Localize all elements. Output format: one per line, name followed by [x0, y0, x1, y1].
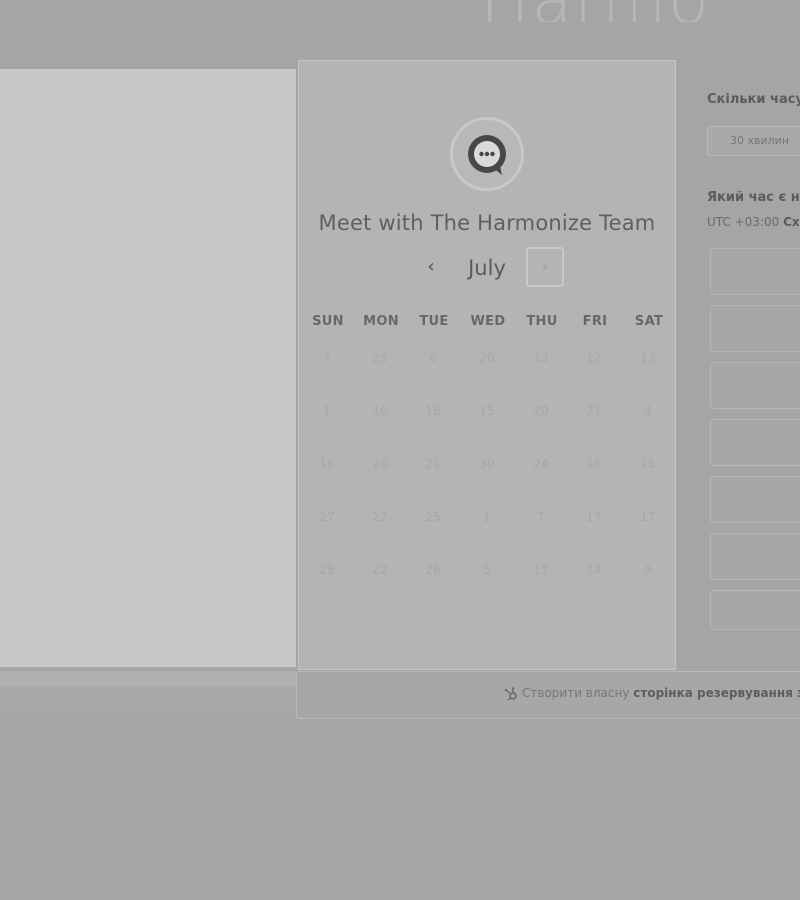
- logo-mark-icon: [375, 0, 465, 2]
- day-cell: 16: [319, 457, 335, 471]
- next-month-button[interactable]: ›: [526, 247, 564, 287]
- footer-text-bold: сторінка резервування зу: [633, 686, 800, 700]
- logo-text: Harmo: [480, 0, 711, 22]
- previous-month-button[interactable]: ‹: [413, 247, 449, 287]
- day-cell: 12: [586, 351, 602, 365]
- day-cell: 20: [533, 404, 549, 418]
- weekday-wed: WED: [470, 314, 506, 329]
- day-cell: 16: [586, 457, 602, 471]
- time-slot[interactable]: [710, 590, 800, 630]
- weekday-header: SUN MON TUE WED THU FRI SAT: [300, 314, 676, 334]
- time-slot[interactable]: [710, 533, 800, 580]
- day-cell: 6: [429, 351, 437, 365]
- weekday-sat: SAT: [634, 314, 664, 329]
- time-slot[interactable]: [710, 419, 800, 466]
- booking-page: Harmo Meet with The Harmonize Team ‹ Jul…: [0, 0, 800, 900]
- day-cell: 1: [323, 404, 331, 418]
- day-cell: 16: [425, 404, 441, 418]
- day-cell: 13: [533, 351, 549, 365]
- day-cell: 9: [644, 563, 652, 577]
- day-cell: 4: [644, 404, 652, 418]
- booking-card: Meet with The Harmonize Team ‹ July › SU…: [298, 60, 676, 670]
- day-cell: 22: [372, 563, 388, 577]
- day-cell: 17: [533, 563, 549, 577]
- current-month-label: July: [468, 256, 506, 280]
- day-cell: 30: [479, 457, 495, 471]
- left-panel-footer: [0, 671, 296, 687]
- day-cell: 15: [479, 404, 495, 418]
- weekday-fri: FRI: [582, 314, 608, 329]
- day-cell: 26: [372, 457, 388, 471]
- day-cell: 17: [640, 510, 656, 524]
- duration-option-30-min[interactable]: 30 хвилин: [707, 126, 800, 156]
- day-cell: 13: [640, 351, 656, 365]
- timezone-offset: UTC +03:00: [707, 215, 780, 229]
- create-booking-page-link[interactable]: Створити власну сторінка резервування зу: [504, 686, 800, 701]
- day-cell: 16: [372, 404, 388, 418]
- day-cell: 25: [372, 351, 388, 365]
- footer-text-prefix: Створити власну: [522, 686, 630, 700]
- month-navigation: ‹ July ›: [299, 247, 675, 289]
- weekday-tue: TUE: [419, 314, 449, 329]
- time-slot[interactable]: [710, 362, 800, 409]
- day-cell: 14: [586, 563, 602, 577]
- footer-bar: Створити власну сторінка резервування зу: [296, 671, 800, 719]
- timezone-name: Сх: [783, 215, 800, 229]
- day-cell: 7: [323, 351, 331, 365]
- chat-bubble-icon: [468, 135, 506, 175]
- day-cell: 26: [425, 563, 441, 577]
- time-selection-panel: Скільки часу 30 хвилин Який час є н UTC …: [680, 60, 800, 670]
- weekday-thu: THU: [526, 314, 558, 329]
- day-cell: 15: [640, 457, 656, 471]
- day-cell: 20: [479, 351, 495, 365]
- day-cell: 24: [533, 457, 549, 471]
- day-cell: 17: [586, 510, 602, 524]
- brand-logo: Harmo: [375, 0, 800, 22]
- time-slot[interactable]: [710, 248, 800, 295]
- team-avatar: [450, 117, 524, 191]
- hubspot-sprocket-icon: [504, 686, 517, 701]
- day-cell: 5: [483, 563, 491, 577]
- day-cell: 1: [483, 510, 491, 524]
- day-cell: 21: [586, 404, 602, 418]
- day-cell: 28: [319, 563, 335, 577]
- duration-question: Скільки часу: [707, 92, 800, 107]
- day-cell: 27: [319, 510, 335, 524]
- day-cell: 25: [425, 510, 441, 524]
- time-slot[interactable]: [710, 476, 800, 523]
- day-cell: 7: [537, 510, 545, 524]
- left-panel-bottom-strip: [0, 687, 296, 711]
- timezone-selector[interactable]: UTC +03:00 Сх: [707, 215, 800, 229]
- day-cell: 22: [372, 510, 388, 524]
- weekday-sun: SUN: [312, 314, 344, 329]
- day-cell: 21: [425, 457, 441, 471]
- left-panel: [0, 69, 296, 667]
- time-slot[interactable]: [710, 305, 800, 352]
- meeting-title: Meet with The Harmonize Team: [318, 211, 656, 235]
- time-question: Який час є н: [707, 190, 800, 205]
- weekday-mon: MON: [363, 314, 399, 329]
